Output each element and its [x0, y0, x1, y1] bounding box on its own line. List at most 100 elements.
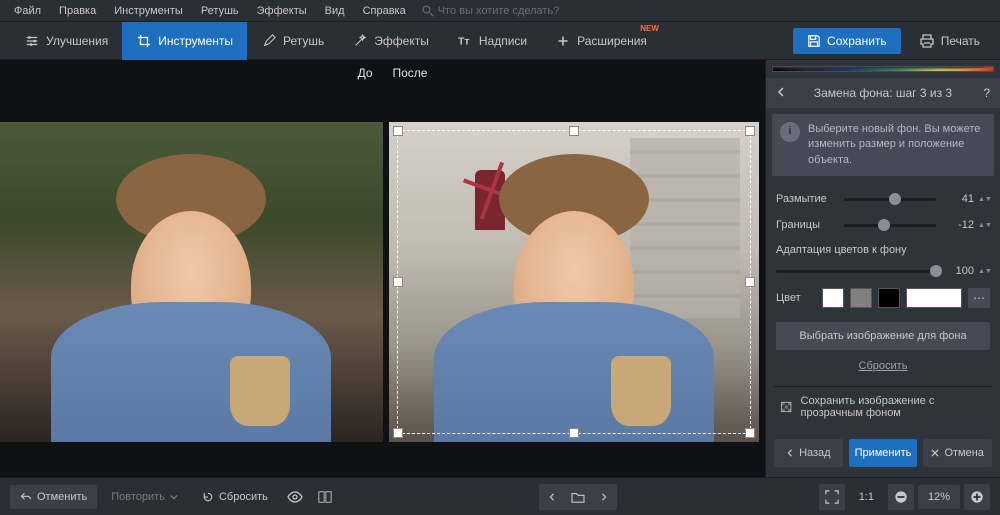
after-pane: После: [383, 60, 766, 477]
save-transparent-button[interactable]: Сохранить изображение с прозрачным фоном: [774, 386, 992, 427]
cancel-button[interactable]: Отмена: [923, 439, 992, 467]
save-icon: [807, 34, 821, 48]
save-button[interactable]: Сохранить: [793, 28, 901, 54]
border-value: -12: [944, 219, 974, 231]
statusbar: Отменить Повторить Сбросить 1:1 12%: [0, 477, 1000, 515]
brush-icon: [261, 33, 277, 49]
handle-bl[interactable]: [393, 428, 403, 438]
before-image: [0, 122, 383, 442]
side-panel: Замена фона: шаг 3 из 3 ? i Выберите нов…: [765, 60, 1000, 477]
tab-tools[interactable]: Инструменты: [122, 22, 247, 60]
border-slider[interactable]: [844, 224, 936, 227]
fit-icon: [825, 490, 839, 504]
border-spinner[interactable]: ▲▼: [978, 222, 990, 229]
menu-retouch[interactable]: Ретушь: [193, 3, 247, 19]
swatch-gray[interactable]: [850, 288, 872, 308]
new-badge: NEW: [640, 24, 659, 33]
menubar: Файл Правка Инструменты Ретушь Эффекты В…: [0, 0, 1000, 22]
back-button[interactable]: Назад: [774, 439, 843, 467]
tab-effects[interactable]: Эффекты: [338, 22, 443, 60]
fit-screen[interactable]: [819, 484, 845, 510]
open-folder[interactable]: [565, 484, 591, 510]
compare-icon: [318, 490, 332, 504]
apply-button[interactable]: Применить: [849, 439, 918, 467]
swatch-custom[interactable]: [906, 288, 962, 308]
reset-icon: [202, 491, 214, 503]
next-image[interactable]: [591, 484, 617, 510]
menu-effects[interactable]: Эффекты: [249, 3, 315, 19]
zoom-ratio[interactable]: 1:1: [849, 485, 884, 509]
tab-text[interactable]: TтНадписи: [443, 22, 541, 60]
menu-edit[interactable]: Правка: [51, 3, 104, 19]
panel-back-button[interactable]: [776, 86, 792, 100]
choose-bg-button[interactable]: Выбрать изображение для фона: [776, 322, 990, 350]
swatch-black[interactable]: [878, 288, 900, 308]
chevron-down-icon: [170, 493, 178, 501]
panel-header: Замена фона: шаг 3 из 3 ?: [766, 78, 1000, 108]
reset-link[interactable]: Сбросить: [766, 356, 1000, 376]
menu-file[interactable]: Файл: [6, 3, 49, 19]
panel-title: Замена фона: шаг 3 из 3: [792, 86, 974, 100]
menu-help[interactable]: Справка: [355, 3, 414, 19]
tab-retouch[interactable]: Ретушь: [247, 22, 338, 60]
blur-slider[interactable]: [844, 198, 936, 201]
adapt-slider[interactable]: [776, 270, 936, 273]
menu-view[interactable]: Вид: [317, 3, 353, 19]
reset-button[interactable]: Сбросить: [192, 485, 278, 509]
tab-extensions[interactable]: РасширенияNEW: [541, 22, 661, 60]
color-row: Цвет ⋯: [776, 284, 990, 312]
border-control: Границы -12 ▲▼: [776, 212, 990, 238]
redo-button[interactable]: Повторить: [101, 485, 188, 509]
before-label: До: [0, 60, 383, 86]
preview-toggle[interactable]: [282, 484, 308, 510]
zoom-in[interactable]: [964, 484, 990, 510]
svg-text:Tт: Tт: [458, 35, 470, 47]
after-image[interactable]: [389, 122, 760, 442]
search-placeholder: Что вы хотите сделать?: [438, 5, 560, 17]
chevron-left-icon: [786, 449, 794, 457]
handle-ml[interactable]: [393, 277, 403, 287]
after-label: После: [383, 60, 766, 86]
menu-tools[interactable]: Инструменты: [106, 3, 191, 19]
blur-spinner[interactable]: ▲▼: [978, 196, 990, 203]
blur-control: Размытие 41 ▲▼: [776, 186, 990, 212]
compare-toggle[interactable]: [312, 484, 338, 510]
toolbar: Улучшения Инструменты Ретушь Эффекты TтН…: [0, 22, 1000, 60]
info-text: Выберите новый фон. Вы можете изменить р…: [808, 122, 986, 168]
workspace: До После: [0, 60, 765, 477]
handle-bm[interactable]: [569, 428, 579, 438]
minus-circle-icon: [894, 490, 908, 504]
eye-icon: [287, 491, 303, 503]
handle-mr[interactable]: [745, 277, 755, 287]
sliders-icon: [24, 33, 40, 49]
undo-button[interactable]: Отменить: [10, 485, 97, 509]
handle-br[interactable]: [745, 428, 755, 438]
folder-nav: [539, 484, 617, 510]
zoom-value[interactable]: 12%: [918, 485, 960, 509]
handle-tm[interactable]: [569, 126, 579, 136]
plus-icon: [555, 33, 571, 49]
before-pane: До: [0, 60, 383, 477]
chevron-left-icon: [776, 87, 786, 97]
export-transparent-icon: [780, 399, 793, 415]
action-row: Назад Применить Отмена: [766, 433, 1000, 477]
prev-image[interactable]: [539, 484, 565, 510]
info-icon: i: [780, 122, 800, 142]
handle-tr[interactable]: [745, 126, 755, 136]
adapt-control: 100 ▲▼: [776, 258, 990, 284]
zoom-out[interactable]: [888, 484, 914, 510]
panel-help-button[interactable]: ?: [974, 86, 990, 100]
tab-enhance[interactable]: Улучшения: [10, 22, 122, 60]
handle-tl[interactable]: [393, 126, 403, 136]
swatch-white[interactable]: [822, 288, 844, 308]
undo-icon: [20, 491, 32, 503]
adapt-label: Адаптация цветов к фону: [776, 238, 990, 258]
swatch-more[interactable]: ⋯: [968, 288, 990, 308]
print-button[interactable]: Печать: [909, 27, 990, 55]
histogram[interactable]: [772, 66, 994, 72]
adapt-spinner[interactable]: ▲▼: [978, 268, 990, 275]
folder-icon: [571, 491, 585, 503]
help-search[interactable]: Что вы хотите сделать?: [422, 5, 560, 17]
chevron-right-icon: [600, 492, 608, 502]
text-icon: Tт: [457, 33, 473, 49]
